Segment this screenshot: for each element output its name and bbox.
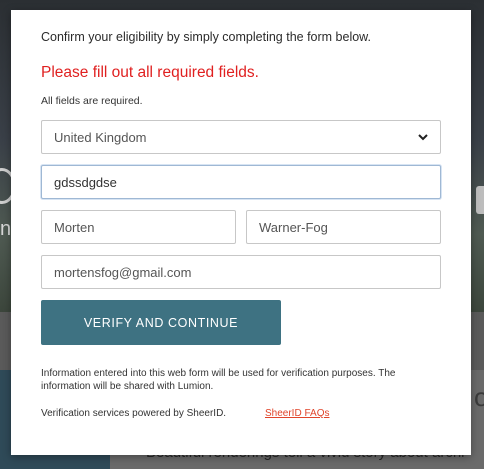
background-right-text: o xyxy=(474,382,484,412)
powered-by-text: Verification services powered by SheerID… xyxy=(41,408,227,419)
last-name-field[interactable]: Warner-Fog xyxy=(246,210,441,244)
email-value: mortensfog@gmail.com xyxy=(54,264,192,280)
required-note: All fields are required. xyxy=(41,95,143,107)
sheerid-faq-link[interactable]: SheerID FAQs xyxy=(265,408,329,419)
first-name-value: Morten xyxy=(54,219,95,235)
organization-field[interactable]: gdssdgdse xyxy=(41,165,441,199)
email-field[interactable]: mortensfog@gmail.com xyxy=(41,255,441,289)
background-right-button xyxy=(476,186,484,214)
form-intro: Confirm your eligibility by simply compl… xyxy=(41,30,371,44)
country-value: United Kingdom xyxy=(54,129,147,145)
background-left-text: n xyxy=(0,218,12,240)
first-name-field[interactable]: Morten xyxy=(41,210,236,244)
last-name-value: Warner-Fog xyxy=(259,219,328,235)
chevron-down-icon xyxy=(414,133,428,141)
verify-and-continue-button[interactable]: VERIFY AND CONTINUE xyxy=(41,300,281,345)
organization-value: gdssdgdse xyxy=(54,174,117,190)
country-select[interactable]: United Kingdom xyxy=(41,120,441,154)
verification-modal: Confirm your eligibility by simply compl… xyxy=(11,10,471,455)
disclaimer-text: Information entered into this web form w… xyxy=(41,368,396,392)
error-message: Please fill out all required fields. xyxy=(41,64,259,81)
